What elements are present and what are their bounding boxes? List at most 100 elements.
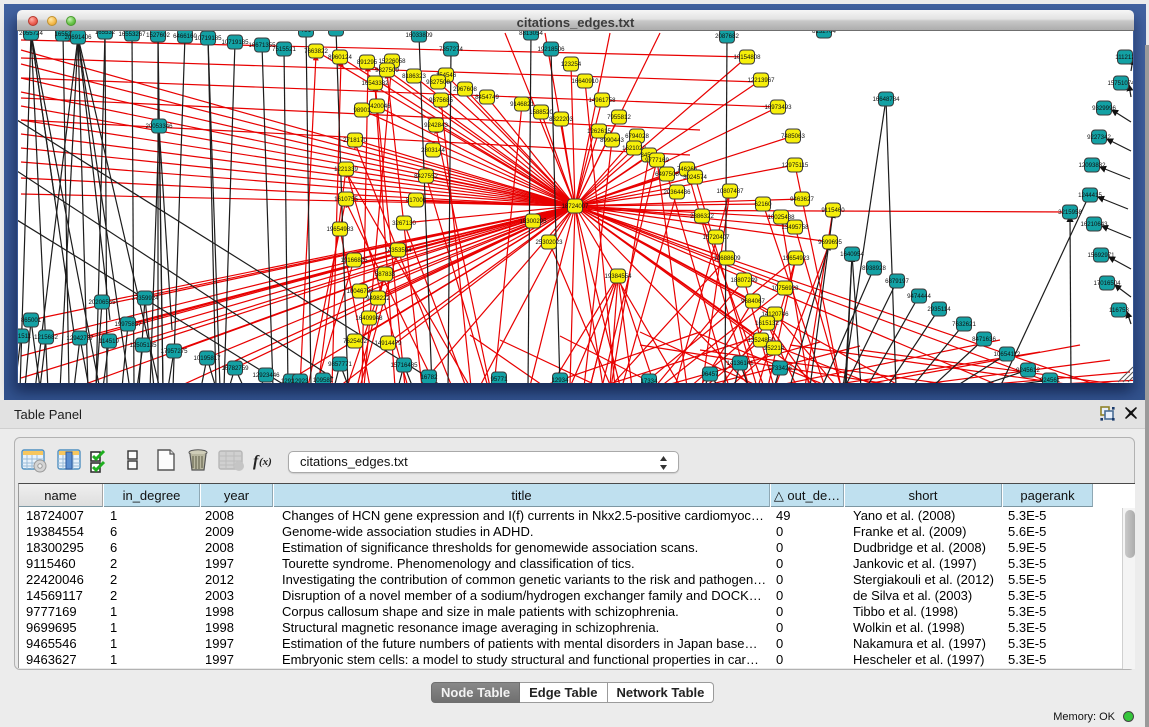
- svg-text:391511: 391511: [18, 333, 32, 340]
- svg-text:6794028: 6794028: [625, 133, 649, 140]
- svg-text:9777169: 9777169: [645, 157, 669, 164]
- svg-text:7955812: 7955812: [607, 114, 631, 121]
- svg-text:10756928: 10756928: [771, 285, 799, 292]
- svg-text:16782: 16782: [421, 374, 439, 381]
- svg-text:9146821: 9146821: [510, 101, 534, 108]
- svg-text:13495758: 13495758: [781, 224, 809, 231]
- svg-text:2935114: 2935114: [927, 306, 951, 313]
- svg-text:2055724: 2055724: [19, 31, 43, 37]
- svg-text:16210643: 16210643: [1080, 221, 1108, 228]
- svg-text:8960124: 8960124: [328, 54, 352, 61]
- svg-text:116753: 116753: [1109, 307, 1129, 314]
- svg-text:12505135: 12505135: [129, 342, 157, 349]
- svg-text:6879197: 6879197: [885, 278, 909, 285]
- svg-text:9329996: 9329996: [1092, 105, 1116, 112]
- svg-text:14914479: 14914479: [374, 340, 402, 347]
- svg-text:7357274: 7357274: [439, 46, 463, 53]
- svg-text:2087682: 2087682: [715, 33, 739, 40]
- svg-text:3024574: 3024574: [683, 174, 707, 181]
- svg-text:12093832: 12093832: [1078, 162, 1106, 169]
- svg-text:96457: 96457: [702, 371, 720, 378]
- svg-text:98901: 98901: [354, 107, 372, 114]
- svg-text:10719185: 10719185: [221, 39, 249, 46]
- svg-text:16033809: 16033809: [405, 32, 433, 39]
- svg-text:9327509: 9327509: [375, 67, 399, 74]
- svg-text:924561: 924561: [1040, 377, 1061, 383]
- svg-text:8454749: 8454749: [475, 94, 499, 101]
- svg-text:8938928: 8938928: [862, 265, 886, 272]
- svg-text:10973493: 10973493: [764, 104, 792, 111]
- svg-text:19166825: 19166825: [340, 257, 368, 264]
- svg-text:8427552: 8427552: [414, 173, 438, 180]
- svg-text:6497508: 6497508: [655, 171, 679, 178]
- svg-text:15692971: 15692971: [1087, 252, 1115, 259]
- svg-text:9684067: 9684067: [741, 298, 765, 305]
- svg-text:891295: 891295: [357, 59, 378, 66]
- svg-text:8186323: 8186323: [402, 73, 426, 80]
- svg-text:114519: 114519: [99, 338, 119, 345]
- svg-text:1221339: 1221339: [334, 166, 358, 173]
- svg-text:1640954: 1640954: [840, 251, 864, 258]
- svg-text:123254: 123254: [561, 61, 582, 68]
- svg-text:12923: 12923: [292, 378, 310, 383]
- svg-text:17334: 17334: [641, 378, 659, 383]
- svg-text:10154808: 10154808: [733, 54, 761, 61]
- svg-text:14136141: 14136141: [726, 360, 754, 367]
- svg-text:865001: 865001: [21, 317, 42, 324]
- svg-text:16553267: 16553267: [118, 31, 146, 38]
- svg-text:8990443: 8990443: [600, 137, 624, 144]
- svg-text:7632621: 7632621: [952, 321, 976, 328]
- svg-text:9463627: 9463627: [790, 196, 814, 203]
- svg-text:10688609: 10688609: [713, 255, 741, 262]
- svg-text:16409948: 16409948: [355, 315, 383, 322]
- svg-text:7485063: 7485063: [781, 133, 805, 140]
- svg-text:62160: 62160: [755, 201, 773, 208]
- svg-text:166: 166: [331, 31, 342, 33]
- svg-text:165532: 165532: [95, 31, 116, 36]
- svg-text:10046788: 10046788: [346, 288, 374, 295]
- svg-text:16782759: 16782759: [221, 365, 249, 372]
- svg-text:12934: 12934: [552, 377, 570, 383]
- svg-text:109581: 109581: [313, 377, 334, 383]
- svg-text:12975115: 12975115: [782, 162, 809, 169]
- svg-text:9857771: 9857771: [328, 361, 352, 368]
- svg-text:17016504: 17016504: [1093, 280, 1121, 287]
- svg-text:252214: 252214: [764, 345, 785, 352]
- svg-text:1588520: 1588520: [529, 109, 553, 116]
- svg-text:12923446: 12923446: [252, 372, 280, 379]
- svg-text:2718170: 2718170: [343, 137, 367, 144]
- svg-text:3267130: 3267130: [392, 220, 416, 227]
- svg-text:15720407: 15720407: [702, 234, 730, 241]
- svg-text:95771: 95771: [491, 376, 509, 383]
- svg-text:10719185: 10719185: [194, 35, 222, 42]
- svg-text:9498222: 9498222: [366, 295, 390, 302]
- svg-text:18724007: 18724007: [561, 203, 589, 210]
- svg-text:8471636: 8471636: [972, 336, 996, 343]
- svg-text:16648784: 16648784: [872, 96, 900, 103]
- svg-text:15751074: 15751074: [1107, 80, 1133, 87]
- svg-text:2803144: 2803144: [421, 147, 445, 154]
- svg-text:7625402: 7625402: [343, 338, 367, 345]
- svg-text:1527602: 1527602: [146, 32, 170, 39]
- svg-text:9327508: 9327508: [426, 79, 450, 86]
- svg-text:19218506: 19218506: [537, 46, 565, 53]
- svg-text:9375685: 9375685: [429, 97, 453, 104]
- svg-text:19654983: 19654983: [326, 226, 354, 233]
- svg-text:12213967: 12213967: [747, 77, 775, 84]
- svg-text:12942737: 12942737: [66, 335, 94, 342]
- svg-text:3215958: 3215958: [1058, 209, 1082, 216]
- svg-text:20053346: 20053346: [145, 123, 173, 130]
- svg-text:14961758: 14961758: [588, 97, 616, 104]
- svg-text:1244415: 1244415: [1078, 192, 1102, 199]
- svg-text:(x): (x): [259, 456, 272, 468]
- svg-text:9699695: 9699695: [818, 239, 842, 246]
- svg-text:18300295: 18300295: [519, 218, 547, 225]
- svg-text:8813054: 8813054: [519, 31, 543, 37]
- svg-text:8322203: 8322203: [549, 116, 573, 123]
- svg-text:111212: 111212: [1115, 54, 1133, 61]
- svg-text:817006: 817006: [406, 197, 427, 204]
- svg-text:1615132: 1615132: [755, 320, 779, 327]
- svg-text:9227342: 9227342: [1087, 134, 1111, 141]
- svg-text:18807249: 18807249: [730, 277, 758, 284]
- svg-text:2886322: 2886322: [690, 213, 714, 220]
